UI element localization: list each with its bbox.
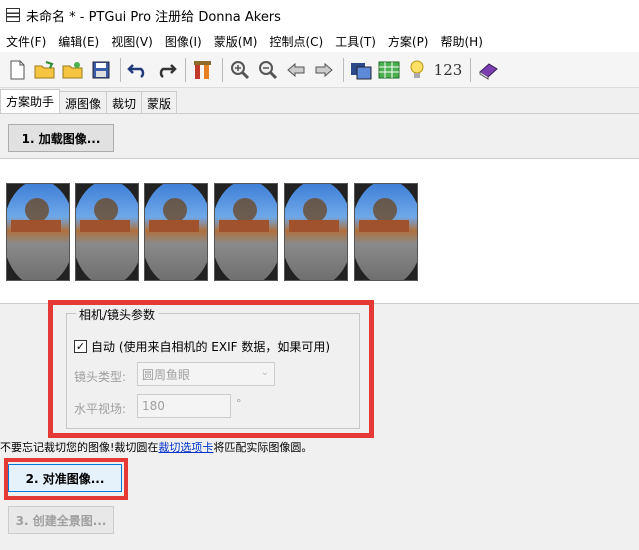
undo-icon[interactable] [125,56,151,84]
image-thumbnail[interactable] [284,183,348,281]
book-icon[interactable] [475,56,501,84]
image-thumbnail[interactable] [214,183,278,281]
toolbar-separator [120,57,121,82]
tab-project-assistant[interactable]: 方案助手 [0,89,61,113]
toolbar-separator [343,57,344,82]
open-recent-icon[interactable] [60,56,86,84]
window-title: 未命名 * - PTGui Pro 注册给 Donna Akers [26,9,281,25]
tab-source-images[interactable]: 源图像 [59,91,108,113]
menu-bar: 文件(F) 编辑(E) 视图(V) 图像(I) 蒙版(M) 控制点(C) 工具(… [0,30,639,52]
tab-bar: 方案助手 源图像 裁切 蒙版 [0,89,639,114]
menu-control-points[interactable]: 控制点(C) [263,33,329,50]
wrench-tools-icon[interactable] [190,56,216,84]
menu-file[interactable]: 文件(F) [0,33,52,50]
load-images-button[interactable]: 1. 加载图像... [8,124,114,152]
assistant-panel: 1. 加载图像... [0,114,639,158]
image-thumbnail[interactable] [75,183,139,281]
arrow-left-icon[interactable] [283,56,309,84]
highlight-box-align [4,458,128,500]
crop-tab-link[interactable]: 裁切选项卡 [158,441,213,454]
numbers-icon[interactable]: 123 [432,56,464,84]
image-thumbnail[interactable] [6,183,70,281]
toolbar-separator [185,57,186,82]
toolbar: 123 [0,52,639,88]
menu-mask[interactable]: 蒙版(M) [208,33,264,50]
app-icon [6,8,20,22]
panorama-editor-icon[interactable] [348,56,374,84]
lightbulb-icon[interactable] [404,56,430,84]
toolbar-separator [222,57,223,82]
crop-hint-text-end: 将匹配实际图像圆。 [213,441,313,454]
table-icon[interactable] [376,56,402,84]
menu-project[interactable]: 方案(P) [382,33,435,50]
title-bar: 未命名 * - PTGui Pro 注册给 Donna Akers [0,0,639,30]
menu-image[interactable]: 图像(I) [159,33,208,50]
redo-icon[interactable] [153,56,179,84]
toolbar-separator [470,57,471,82]
highlight-box-camera [48,300,374,438]
crop-hint: 不要忘记裁切您的图像!裁切圆在裁切选项卡将匹配实际图像圆。 [0,439,312,455]
create-panorama-button[interactable]: 3. 创建全景图... [8,506,114,534]
numbers-label: 123 [433,60,463,79]
menu-help[interactable]: 帮助(H) [435,33,489,50]
menu-view[interactable]: 视图(V) [105,33,159,50]
menu-tools[interactable]: 工具(T) [329,33,382,50]
open-folder-icon[interactable] [32,56,58,84]
tab-crop[interactable]: 裁切 [106,91,143,113]
arrow-right-icon[interactable] [311,56,337,84]
menu-edit[interactable]: 编辑(E) [52,33,105,50]
zoom-out-icon[interactable] [255,56,281,84]
tab-mask[interactable]: 蒙版 [141,91,178,113]
zoom-in-icon[interactable] [227,56,253,84]
crop-hint-text: 不要忘记裁切您的图像!裁切圆在 [0,441,159,454]
new-file-icon[interactable] [4,56,30,84]
image-thumbnail-strip [0,158,639,304]
image-thumbnail[interactable] [354,183,418,281]
image-thumbnail[interactable] [144,183,208,281]
save-icon[interactable] [88,56,114,84]
